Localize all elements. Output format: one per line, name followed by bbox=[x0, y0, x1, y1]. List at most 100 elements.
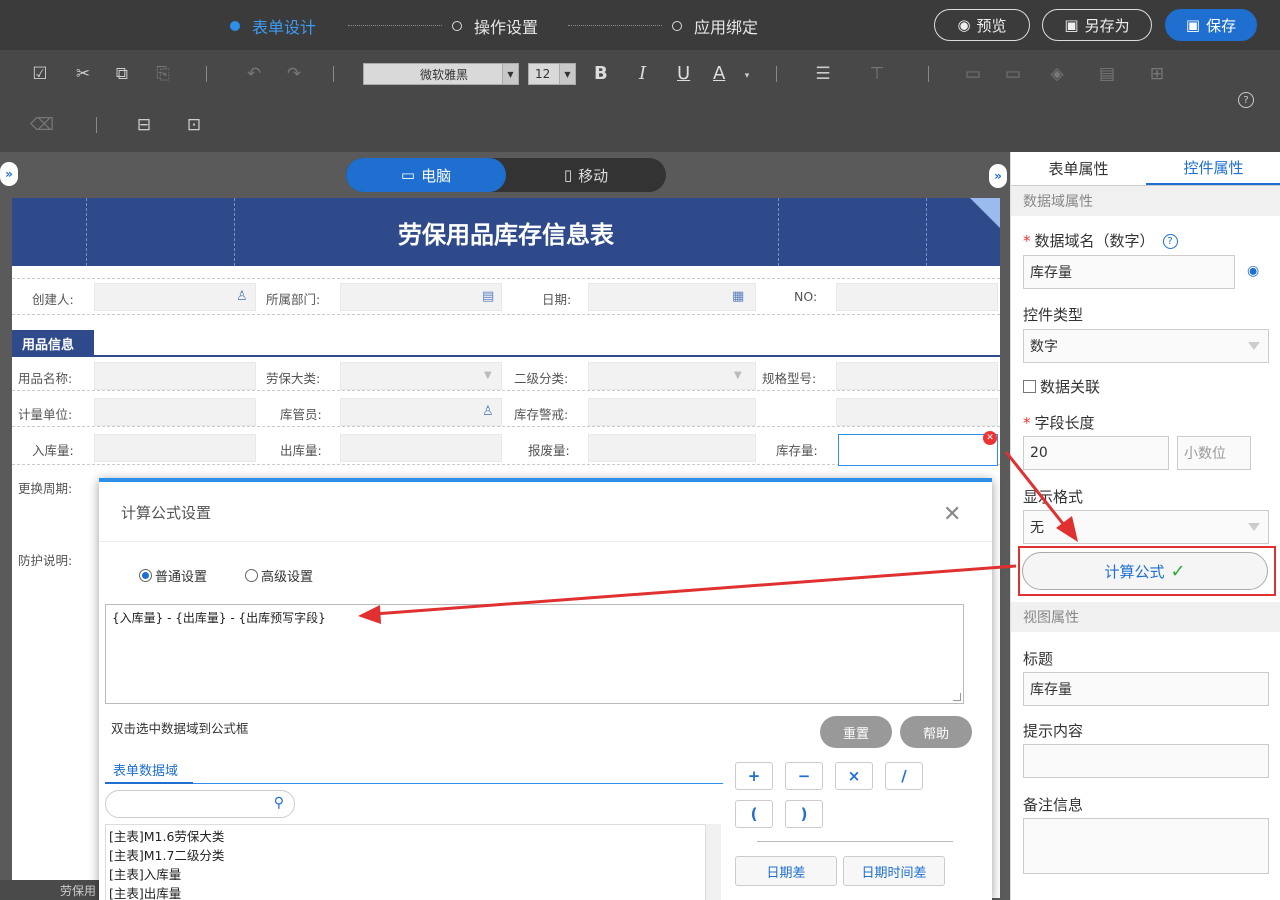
borders-icon[interactable]: ⊞ bbox=[1146, 64, 1168, 84]
unit-field[interactable] bbox=[94, 398, 256, 426]
date-diff-button[interactable]: 日期差 bbox=[735, 856, 837, 886]
paste-icon[interactable]: ☑ bbox=[29, 64, 51, 84]
italic-button[interactable]: I bbox=[639, 63, 646, 84]
list-item[interactable]: [主表]M1.7二级分类 bbox=[109, 846, 717, 865]
multiply-button[interactable]: × bbox=[835, 762, 873, 790]
reset-button[interactable]: 重置 bbox=[820, 716, 892, 748]
tab-control-properties[interactable]: 控件属性 bbox=[1146, 152, 1280, 185]
display-format-select[interactable]: 无 bbox=[1023, 510, 1269, 544]
undo-icon[interactable]: ↶ bbox=[243, 64, 265, 84]
category-select[interactable] bbox=[340, 362, 502, 390]
clear-format-icon[interactable]: ⌫ bbox=[30, 115, 54, 135]
scrap-field[interactable] bbox=[588, 434, 756, 462]
control-type-select[interactable]: 数字 bbox=[1023, 329, 1269, 363]
remark-textarea[interactable] bbox=[1023, 818, 1269, 874]
align-left-icon[interactable]: ☰ bbox=[812, 64, 834, 84]
desktop-tab[interactable]: ▭ 电脑 bbox=[346, 158, 506, 192]
mobile-tab[interactable]: ▯ 移动 bbox=[506, 158, 666, 192]
org-icon[interactable]: ▤ bbox=[482, 289, 494, 304]
font-size-select[interactable]: 12 ▼ bbox=[528, 63, 576, 85]
left-paren-button[interactable]: ( bbox=[735, 800, 773, 828]
tab-form-fields[interactable]: 表单数据域 bbox=[105, 756, 723, 784]
datetime-diff-button[interactable]: 日期时间差 bbox=[843, 856, 945, 886]
font-color-button[interactable]: A bbox=[713, 63, 725, 84]
radio-normal[interactable]: 普通设置 bbox=[139, 566, 207, 585]
border-color-icon[interactable]: ▤ bbox=[1096, 64, 1118, 84]
merge-cells-icon[interactable]: ▭ bbox=[962, 64, 984, 84]
stock-alert-field[interactable] bbox=[588, 398, 756, 426]
formula-textarea[interactable]: {入库量} - {出库量} - {出库预写字段} bbox=[105, 604, 964, 704]
chevron-down-icon bbox=[1248, 342, 1260, 350]
row-layout-icon[interactable]: ⊟ bbox=[133, 115, 155, 135]
empty-field[interactable] bbox=[836, 398, 998, 426]
keeper-field[interactable] bbox=[340, 398, 502, 426]
expand-right-icon[interactable]: » bbox=[989, 164, 1007, 188]
text-box-icon[interactable]: ⊡ bbox=[183, 115, 205, 135]
delete-icon[interactable]: ✕ bbox=[983, 431, 997, 445]
calendar-icon[interactable]: ▦ bbox=[732, 289, 744, 304]
expand-left-icon[interactable]: » bbox=[0, 162, 18, 186]
list-item[interactable]: [主表]M1.6劳保大类 bbox=[109, 827, 717, 846]
subcategory-select[interactable] bbox=[588, 362, 756, 390]
tab-form-properties[interactable]: 表单属性 bbox=[1011, 152, 1146, 185]
redo-icon[interactable]: ↷ bbox=[283, 64, 305, 84]
decimal-places-input[interactable]: 小数位 bbox=[1177, 436, 1251, 470]
search-icon[interactable]: ⚲ bbox=[274, 795, 284, 811]
outbound-field[interactable] bbox=[340, 434, 502, 462]
field-list: [主表]M1.6劳保大类 [主表]M1.7二级分类 [主表]入库量 [主表]出库… bbox=[105, 824, 721, 900]
font-family-select[interactable]: 微软雅黑 ▼ bbox=[363, 63, 519, 85]
format-painter-icon[interactable]: ⎘ bbox=[152, 64, 174, 84]
minus-button[interactable]: − bbox=[785, 762, 823, 790]
save-as-button[interactable]: ▣ 另存为 bbox=[1042, 9, 1152, 41]
no-field[interactable] bbox=[836, 283, 998, 311]
help-button[interactable]: 帮助 bbox=[900, 716, 972, 748]
list-item[interactable]: [主表]入库量 bbox=[109, 865, 717, 884]
close-icon[interactable]: ✕ bbox=[943, 502, 961, 527]
field-search-input[interactable]: ⚲ bbox=[105, 790, 295, 818]
step-operation-settings[interactable]: 操作设置 bbox=[452, 14, 538, 38]
cut-icon[interactable]: ✂ bbox=[72, 64, 94, 84]
list-scrollbar[interactable] bbox=[705, 824, 721, 900]
inbound-field[interactable] bbox=[94, 434, 256, 462]
help-icon[interactable]: ? bbox=[1162, 234, 1178, 249]
copy-icon[interactable]: ⧉ bbox=[111, 64, 133, 84]
department-field[interactable] bbox=[340, 283, 502, 311]
grid-line bbox=[12, 426, 1000, 427]
bold-button[interactable]: B bbox=[594, 63, 608, 84]
resize-handle-icon[interactable] bbox=[953, 693, 961, 701]
title-input[interactable]: 库存量 bbox=[1023, 672, 1269, 706]
underline-button[interactable]: U bbox=[677, 63, 690, 84]
grid-line bbox=[234, 198, 235, 266]
user-icon[interactable]: ♙ bbox=[236, 289, 248, 304]
preview-button[interactable]: ◉ 预览 bbox=[934, 9, 1030, 41]
date-field[interactable] bbox=[588, 283, 756, 311]
divide-button[interactable]: / bbox=[885, 762, 923, 790]
label-item-name: 用品名称: bbox=[18, 371, 73, 386]
plus-button[interactable]: + bbox=[735, 762, 773, 790]
target-icon[interactable]: ◉ bbox=[1247, 263, 1259, 279]
right-paren-button[interactable]: ) bbox=[785, 800, 823, 828]
item-name-field[interactable] bbox=[94, 362, 256, 390]
fill-color-icon[interactable]: ◈ bbox=[1046, 64, 1068, 84]
stock-field-selected[interactable] bbox=[838, 434, 998, 466]
step-form-design[interactable]: 表单设计 bbox=[230, 14, 316, 38]
list-item[interactable]: [主表]出库量 bbox=[109, 884, 717, 900]
user-icon[interactable]: ♙ bbox=[482, 404, 494, 419]
help-icon[interactable]: ? bbox=[1238, 92, 1254, 108]
label-unit: 计量单位: bbox=[18, 407, 73, 422]
radio-advanced[interactable]: 高级设置 bbox=[245, 566, 313, 585]
creator-field[interactable] bbox=[94, 283, 256, 311]
data-link-checkbox[interactable]: 数据关联 bbox=[1023, 376, 1100, 397]
spec-field[interactable] bbox=[836, 362, 998, 390]
field-length-input[interactable]: 20 bbox=[1023, 436, 1169, 470]
sheet-tab[interactable]: 劳保用 bbox=[0, 880, 100, 900]
field-name-input[interactable]: 库存量 bbox=[1023, 255, 1235, 289]
tip-input[interactable] bbox=[1023, 744, 1269, 778]
calc-formula-button[interactable]: 计算公式 ✓ bbox=[1022, 552, 1268, 590]
step-app-binding[interactable]: 应用绑定 bbox=[672, 14, 758, 38]
save-button[interactable]: ▣ 保存 bbox=[1165, 9, 1257, 41]
vertical-align-icon[interactable]: ⊤ bbox=[866, 64, 888, 84]
form-title-banner[interactable]: 劳保用品库存信息表 bbox=[12, 198, 1000, 266]
chevron-down-icon[interactable]: ▾ bbox=[736, 66, 758, 86]
split-cells-icon[interactable]: ▭ bbox=[1002, 64, 1024, 84]
